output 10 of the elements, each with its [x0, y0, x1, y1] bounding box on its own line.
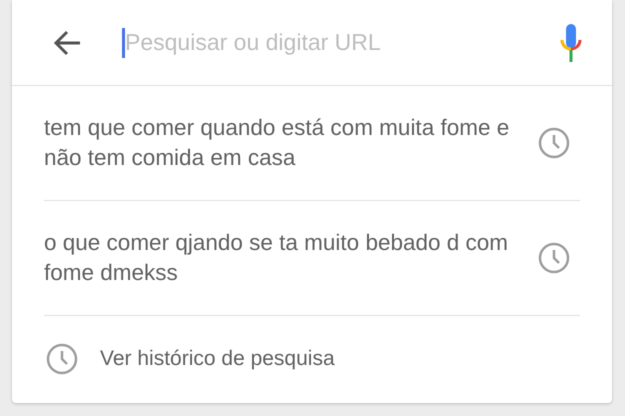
microphone-icon[interactable]: [560, 24, 582, 62]
suggestion-item[interactable]: tem que comer quando está com muita fome e não tem comida em casa: [44, 113, 534, 173]
search-field[interactable]: Pesquisar ou digitar URL: [125, 22, 560, 62]
back-icon[interactable]: [52, 30, 82, 56]
history-icon: [538, 242, 570, 274]
history-link[interactable]: Ver histórico de pesquisa: [100, 343, 335, 375]
text-cursor: [122, 28, 125, 58]
history-icon: [538, 127, 570, 159]
suggestion-item[interactable]: o que comer qjando se ta muito bebado d com fome dmekss: [44, 228, 534, 288]
history-icon: [46, 343, 78, 375]
